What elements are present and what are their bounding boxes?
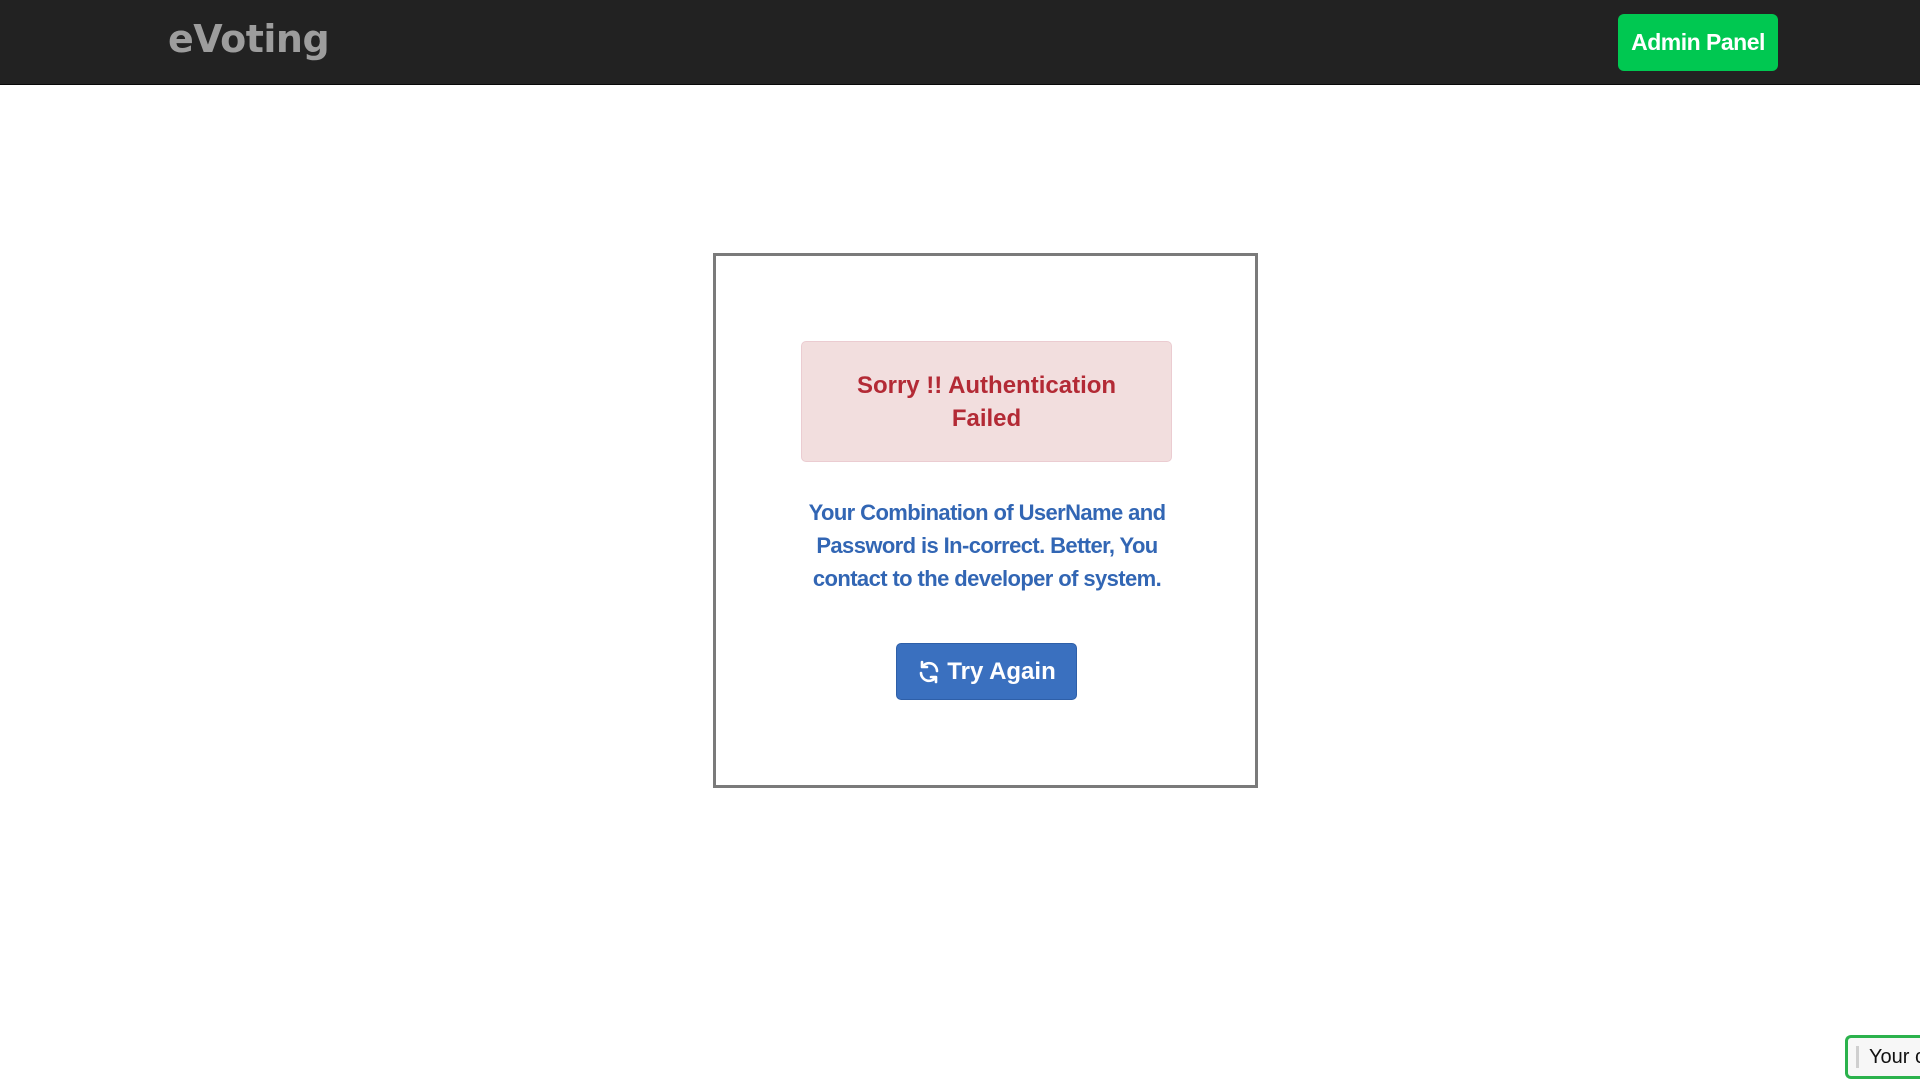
brand-logo-link[interactable]: eVoting (168, 17, 330, 61)
top-navbar: eVoting Admin Panel (0, 0, 1920, 85)
refresh-icon (917, 660, 941, 684)
auth-result-card: Sorry !! Authentication Failed Your Comb… (713, 253, 1258, 788)
admin-panel-button[interactable]: Admin Panel (1618, 14, 1778, 71)
try-again-label: Try Again (947, 657, 1056, 685)
auth-failed-alert: Sorry !! Authentication Failed (801, 341, 1172, 462)
try-again-button[interactable]: Try Again (896, 643, 1077, 700)
alert-text: Sorry !! Authentication Failed (856, 371, 1117, 432)
toast-text: Your c (1869, 1045, 1920, 1068)
error-message: Your Combination of UserName and Passwor… (808, 500, 1166, 591)
notification-toast[interactable]: Your c (1845, 1035, 1920, 1079)
toast-divider (1856, 1046, 1859, 1068)
